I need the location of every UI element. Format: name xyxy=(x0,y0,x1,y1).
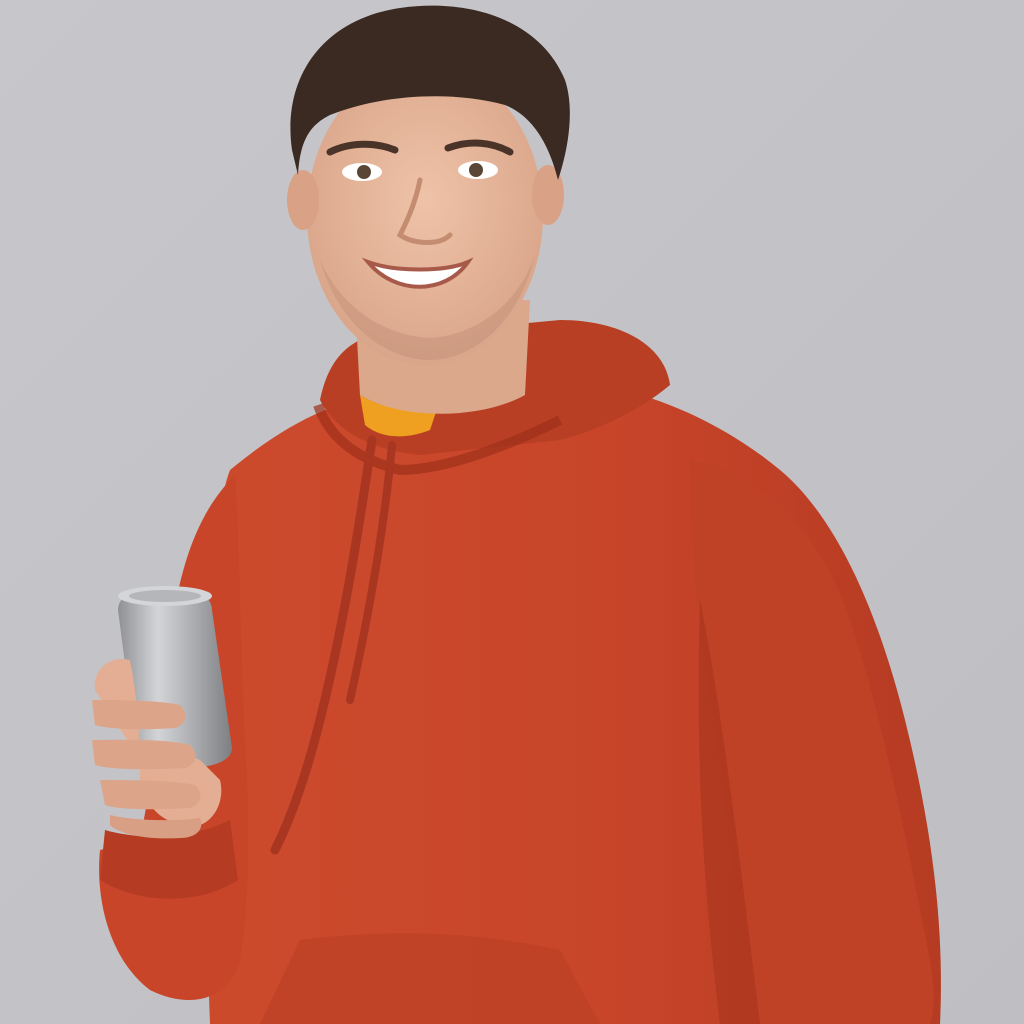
photo-illustration xyxy=(0,0,1024,1024)
iris-right xyxy=(469,163,483,177)
ear-left xyxy=(287,170,319,230)
photo-scene xyxy=(0,0,1024,1024)
iris-left xyxy=(357,165,371,179)
